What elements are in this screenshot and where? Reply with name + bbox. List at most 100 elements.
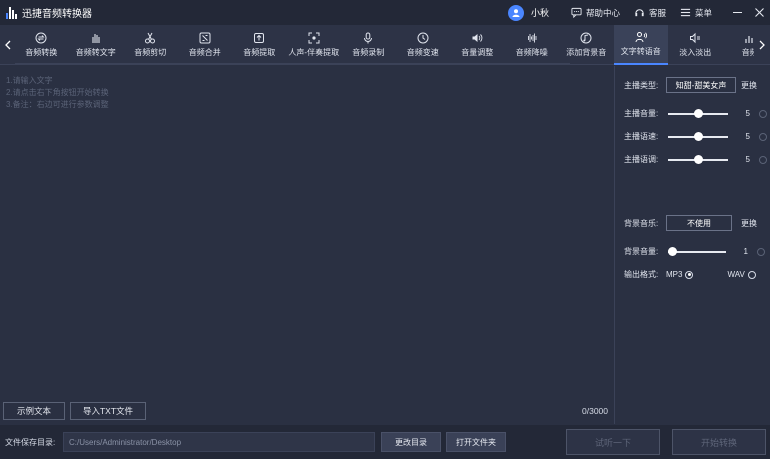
tool-vocal-separate[interactable]: 人声-伴奏提取 — [287, 25, 342, 65]
menu-button[interactable]: 菜单 — [680, 7, 712, 19]
change-voice-link[interactable]: 更换 — [741, 80, 757, 91]
bg-music-select[interactable]: 不使用 — [666, 215, 732, 231]
speed-value: 5 — [745, 132, 750, 141]
format-wav-radio[interactable] — [747, 270, 756, 279]
tool-upload[interactable]: 音频提取 — [232, 25, 287, 65]
chevron-right-icon — [759, 40, 765, 50]
format-label: 输出格式: — [624, 270, 659, 279]
settings-panel: 主播类型: 知甜-甜美女声 更换 主播音量: 5 主播语速: 5 主播语调: 5… — [616, 66, 770, 424]
tool-label: 人声-伴奏提取 — [288, 48, 340, 57]
bg-volume-value: 1 — [743, 247, 748, 256]
voice-type-select[interactable]: 知甜-甜美女声 — [666, 77, 736, 93]
format-wav-label: WAV — [727, 270, 745, 279]
chevron-left-icon — [5, 40, 11, 50]
menu-icon — [680, 8, 691, 17]
change-bg-music-link[interactable]: 更换 — [741, 218, 757, 229]
text-editor[interactable]: 1.请输入文字 2.请点击右下角按钮开始转换 3.备注：右边可进行参数调整 示例… — [0, 66, 615, 424]
tool-label: 淡入淡出 — [679, 48, 712, 57]
tool-label: 音频提取 — [243, 48, 276, 57]
scroll-right-button[interactable] — [756, 25, 768, 65]
volume-row: 主播音量: 5 — [624, 108, 770, 119]
logo-icon — [6, 6, 18, 19]
merge-icon — [199, 32, 211, 44]
format-mp3-label: MP3 — [666, 270, 683, 279]
app-logo: 迅捷音频转换器 — [6, 5, 92, 20]
voice-type-label: 主播类型: — [624, 80, 659, 90]
reset-pitch-icon[interactable] — [759, 155, 767, 164]
tool-label: 音频 — [741, 48, 754, 57]
volume-slider[interactable] — [668, 108, 728, 119]
clock-icon — [417, 32, 429, 44]
menu-label: 菜单 — [694, 7, 712, 18]
open-folder-button[interactable]: 打开文件夹 — [446, 432, 506, 452]
voice-type-row: 主播类型: 知甜-甜美女声 更换 — [624, 77, 770, 93]
hint-line: 1.请输入文字 — [6, 76, 53, 85]
tool-label: 音量调整 — [461, 48, 494, 57]
tool-bars[interactable]: 音频 — [723, 25, 754, 65]
speed-slider[interactable] — [668, 131, 728, 142]
close-button[interactable] — [748, 0, 770, 25]
start-convert-button[interactable]: 开始转换 — [672, 429, 766, 455]
bg-volume-slider-thumb[interactable] — [668, 246, 677, 256]
tool-text-to-speech[interactable]: 文字转语音 — [613, 25, 668, 65]
change-dir-button[interactable]: 更改目录 — [381, 432, 441, 452]
tool-merge[interactable]: 音频合并 — [178, 25, 233, 65]
pitch-value: 5 — [745, 155, 750, 164]
tool-label: 文字转语音 — [620, 47, 661, 56]
pitch-label: 主播语调: — [624, 155, 659, 164]
tool-waveform[interactable]: 音频降噪 — [505, 25, 560, 65]
import-txt-button[interactable]: 导入TXT文件 — [70, 402, 146, 420]
scroll-left-button[interactable] — [2, 25, 14, 65]
reset-speed-icon[interactable] — [759, 132, 767, 141]
bg-volume-label: 背景音量: — [624, 247, 659, 256]
format-mp3-option[interactable]: MP3 — [666, 270, 694, 279]
hand-icon — [92, 34, 100, 43]
convert-icon — [35, 32, 47, 44]
volume-icon — [472, 34, 483, 42]
tool-convert[interactable]: 音频转换 — [14, 25, 69, 65]
minimize-button[interactable] — [726, 0, 748, 25]
volume-label: 主播音量: — [624, 109, 659, 118]
speed-row: 主播语速: 5 — [624, 131, 770, 142]
customer-service-button[interactable]: 客服 — [634, 7, 666, 19]
tool-label: 音频转换 — [25, 48, 58, 57]
avatar[interactable] — [507, 4, 524, 21]
bg-volume-slider[interactable] — [668, 246, 726, 257]
bottom-bar: 文件保存目录: C:/Users/Administrator/Desktop 更… — [0, 425, 770, 459]
vocal-separate-icon — [308, 32, 320, 44]
bars-icon — [745, 36, 753, 43]
tool-volume[interactable]: 音量调整 — [450, 25, 505, 65]
toolbar-scrollbar[interactable] — [15, 63, 570, 65]
tool-clock[interactable]: 音频变速 — [396, 25, 451, 65]
format-mp3-radio[interactable] — [685, 270, 694, 279]
username[interactable]: 小秋 — [531, 6, 549, 19]
volume-slider-thumb[interactable] — [693, 108, 703, 118]
pitch-row: 主播语调: 5 — [624, 154, 770, 165]
speed-slider-thumb[interactable] — [693, 131, 703, 141]
bg-volume-row: 背景音量: 1 — [624, 246, 770, 257]
format-wav-option[interactable]: WAV — [727, 270, 756, 279]
output-format-row: 输出格式: MP3 WAV — [624, 269, 770, 280]
customer-service-label: 客服 — [648, 7, 666, 18]
title-bar: 迅捷音频转换器 小秋 帮助中心 客服 菜单 — [0, 0, 770, 25]
help-center-button[interactable]: 帮助中心 — [571, 7, 620, 19]
speed-label: 主播语速: — [624, 132, 659, 141]
pitch-slider[interactable] — [668, 154, 728, 165]
tool-hand[interactable]: 音频转文字 — [69, 25, 124, 65]
char-counter: 0/3000 — [582, 406, 608, 416]
reset-bg-volume-icon[interactable] — [757, 247, 765, 256]
sample-text-button[interactable]: 示例文本 — [3, 402, 65, 420]
pitch-slider-thumb[interactable] — [693, 154, 703, 164]
trial-listen-button[interactable]: 试听一下 — [566, 429, 660, 455]
tool-microphone[interactable]: 音频录制 — [341, 25, 396, 65]
tool-scissors[interactable]: 音频剪切 — [123, 25, 178, 65]
volume-value: 5 — [745, 109, 750, 118]
tool-music-disc[interactable]: 添加背景音 — [559, 25, 614, 65]
save-path-field[interactable]: C:/Users/Administrator/Desktop — [63, 432, 375, 452]
tool-list: 音频转换 音频转文字 音频剪切 音频合并 音频提取 人声-伴奏提取 音频录制 音频变速 音量调整… — [14, 25, 754, 65]
minimize-icon — [732, 12, 742, 13]
scissors-icon — [145, 32, 156, 44]
reset-volume-icon[interactable] — [759, 109, 767, 118]
tool-fade[interactable]: 淡入淡出 — [668, 25, 723, 65]
save-dir-label: 文件保存目录: — [5, 438, 56, 447]
